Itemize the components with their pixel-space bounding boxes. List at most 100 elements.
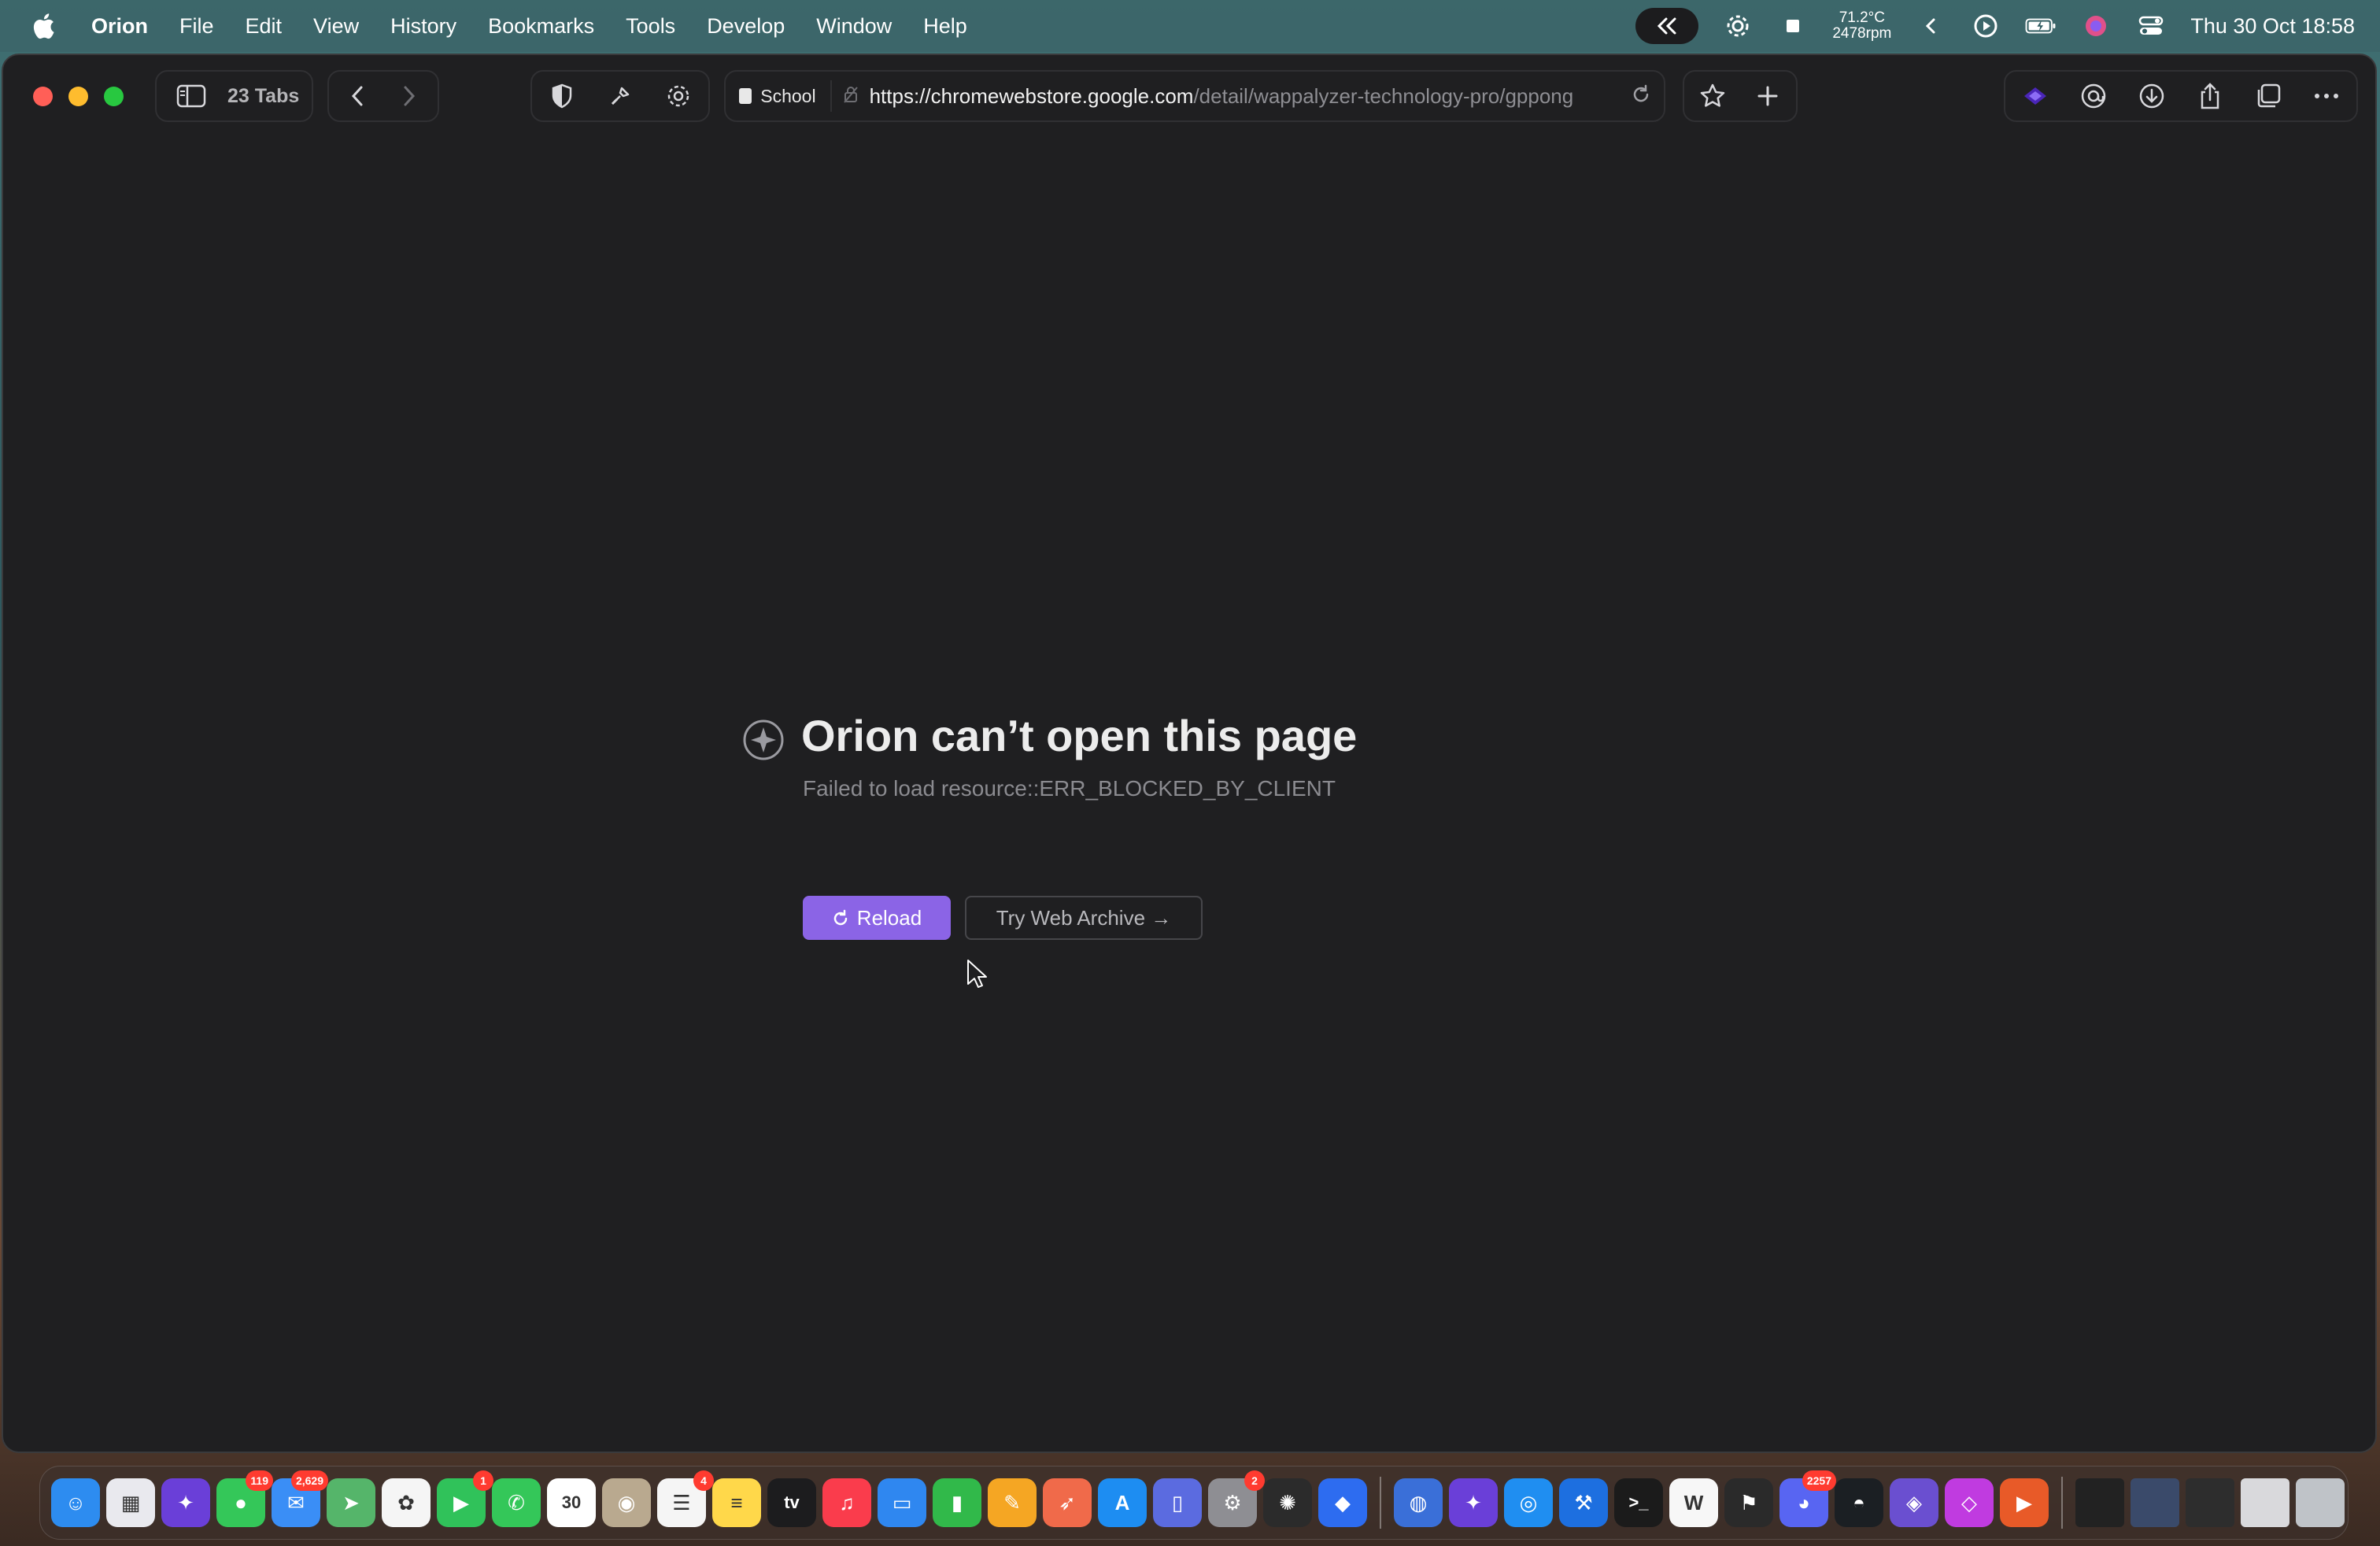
dock-app-keynote[interactable]: ▭ [878,1478,926,1527]
play-circle-icon[interactable] [1970,10,2001,42]
dock-safari-icon: ◎ [1519,1490,1538,1515]
reload-icon[interactable] [1631,84,1651,109]
dock-recent-window-1[interactable] [2075,1478,2124,1527]
stop-icon[interactable] [1777,10,1809,42]
developer-tools-icon[interactable] [598,74,642,118]
share-icon[interactable] [2188,74,2232,118]
dock-apple-configurator-icon: ◈ [1906,1490,1922,1515]
dock-app-pages[interactable]: ✎ [988,1478,1037,1527]
menu-window[interactable]: Window [800,14,907,39]
control-center-icon[interactable] [2135,10,2167,42]
dock-app-settings[interactable]: ⚙ 2 [1208,1470,1265,1527]
gear-status-icon[interactable] [1722,10,1754,42]
sidebar-toggle-icon[interactable] [169,74,213,118]
dock-app-calendar[interactable]: 30 [547,1478,596,1527]
dock-app-xcode[interactable]: ⚒ [1559,1478,1608,1527]
battery-icon[interactable] [2025,10,2057,42]
dock-messages-icon: ● [235,1490,247,1515]
extension-icon[interactable] [2013,74,2057,118]
minimize-window-button[interactable] [68,86,88,106]
menu-app-name[interactable]: Orion [76,14,164,39]
dock-app-shortcuts[interactable]: ◇ [1945,1478,1994,1527]
back-button[interactable] [335,74,379,118]
menu-edit[interactable]: Edit [230,14,298,39]
dock-app-reminders[interactable]: ☰ 4 [657,1470,714,1527]
dock-trash[interactable] [2296,1478,2345,1527]
reload-icon [833,909,848,926]
dock-app-notes[interactable]: ≡ [712,1478,761,1527]
menu-file[interactable]: File [164,14,230,39]
dock-downloads-stack[interactable] [2241,1478,2289,1527]
dock-app-photos[interactable]: ✿ [382,1478,431,1527]
siri-icon[interactable] [2080,10,2112,42]
more-options-icon[interactable] [2304,74,2349,118]
menu-bookmarks[interactable]: Bookmarks [472,14,610,39]
dock-app-infuse[interactable]: ▶ [2000,1478,2049,1527]
dock-recent-window-2[interactable] [2131,1478,2179,1527]
close-window-button[interactable] [33,86,53,106]
dock-app-app-store[interactable]: A [1098,1478,1147,1527]
dock-chatgpt-icon: ✺ [1279,1490,1296,1515]
dock-app-discord[interactable]: ◕ 2257 [1779,1470,1836,1527]
reader-mode-icon[interactable] [2071,74,2116,118]
dock-app-mail[interactable]: ✉ 2,629 [272,1470,328,1527]
web-archive-button[interactable]: Try Web Archive → [965,896,1203,940]
dock-app-hammer[interactable]: ⚑ [1724,1478,1773,1527]
menu-tools[interactable]: Tools [610,14,691,39]
collapse-menubar-icon[interactable] [1635,8,1699,44]
profile-chip[interactable]: School [738,80,832,112]
page-settings-gear-icon[interactable] [656,74,700,118]
dock-app-rocket[interactable]: ➶ [1043,1478,1092,1527]
profile-name: School [760,85,816,106]
dock-contacts-icon: ◉ [617,1490,636,1515]
chevron-left-icon[interactable] [1915,10,1946,42]
content-blocker-shield-icon[interactable] [540,74,584,118]
dock-app-orion[interactable]: ✦ [161,1478,210,1527]
url-host: https://chromewebstore.google.com [869,83,1194,108]
dock-app-facetime[interactable]: ▶ 1 [437,1470,493,1527]
dock-app-contacts[interactable]: ◉ [602,1478,651,1527]
tab-count[interactable]: 23 Tabs [227,85,299,108]
notification-badge: 2,629 [290,1470,328,1491]
dock-app-finder[interactable]: ☺ [51,1478,100,1527]
dock-app-orion-2[interactable]: ✦ [1449,1478,1498,1527]
dock-app-maps[interactable]: ➤ [327,1478,375,1527]
apple-menu-icon[interactable] [25,8,61,44]
notification-badge: 2257 [1802,1470,1836,1491]
new-tab-plus-icon[interactable] [1746,74,1790,118]
dock-app-helper[interactable]: ◍ [1394,1478,1443,1527]
not-secure-icon[interactable] [843,85,859,108]
menu-history[interactable]: History [375,14,472,39]
dock-app-chatgpt[interactable]: ✺ [1263,1478,1312,1527]
dock-app-github[interactable]: ◓ [1835,1478,1883,1527]
tab-overview-icon[interactable] [2246,74,2290,118]
dock-app-wikipedia[interactable]: W [1669,1478,1718,1527]
url-text[interactable]: https://chromewebstore.google.com/detail… [870,84,1621,109]
dock-infuse-icon: ▶ [2016,1490,2032,1515]
dock-app-numbers[interactable]: ▮ [933,1478,981,1527]
dock-app-terminal[interactable]: >_ [1614,1478,1663,1527]
dock-app-music[interactable]: ♫ [822,1478,871,1527]
dock-recent-window-3[interactable] [2186,1478,2234,1527]
dock-app-apple-configurator[interactable]: ◈ [1890,1478,1938,1527]
bookmark-star-icon[interactable] [1691,74,1735,118]
dock-app-tv[interactable]: tv [767,1478,816,1527]
dock-app-simulator[interactable]: ▯ [1153,1478,1202,1527]
reload-button[interactable]: Reload [803,896,951,940]
address-bar[interactable]: School https://chromewebstore.google.com… [724,70,1666,122]
dock-app-store-icon: A [1114,1490,1130,1515]
mouse-cursor-icon [966,959,987,989]
dock-app-phone[interactable]: ✆ [492,1478,541,1527]
zoom-window-button[interactable] [104,86,124,106]
downloads-icon[interactable] [2130,74,2174,118]
menu-view[interactable]: View [298,14,375,39]
dock-app-launchpad[interactable]: ▦ [106,1478,155,1527]
dock-app-safari[interactable]: ◎ [1504,1478,1553,1527]
dock-app-messages[interactable]: ● 119 [216,1470,273,1527]
menu-develop[interactable]: Develop [691,14,800,39]
temperature-readout[interactable]: 71.2°C 2478rpm [1832,10,1891,42]
menu-help[interactable]: Help [907,14,983,39]
forward-button[interactable] [387,74,431,118]
menubar-clock[interactable]: Thu 30 Oct 18:58 [2190,14,2355,39]
dock-app-roblox[interactable]: ◆ [1318,1478,1367,1527]
